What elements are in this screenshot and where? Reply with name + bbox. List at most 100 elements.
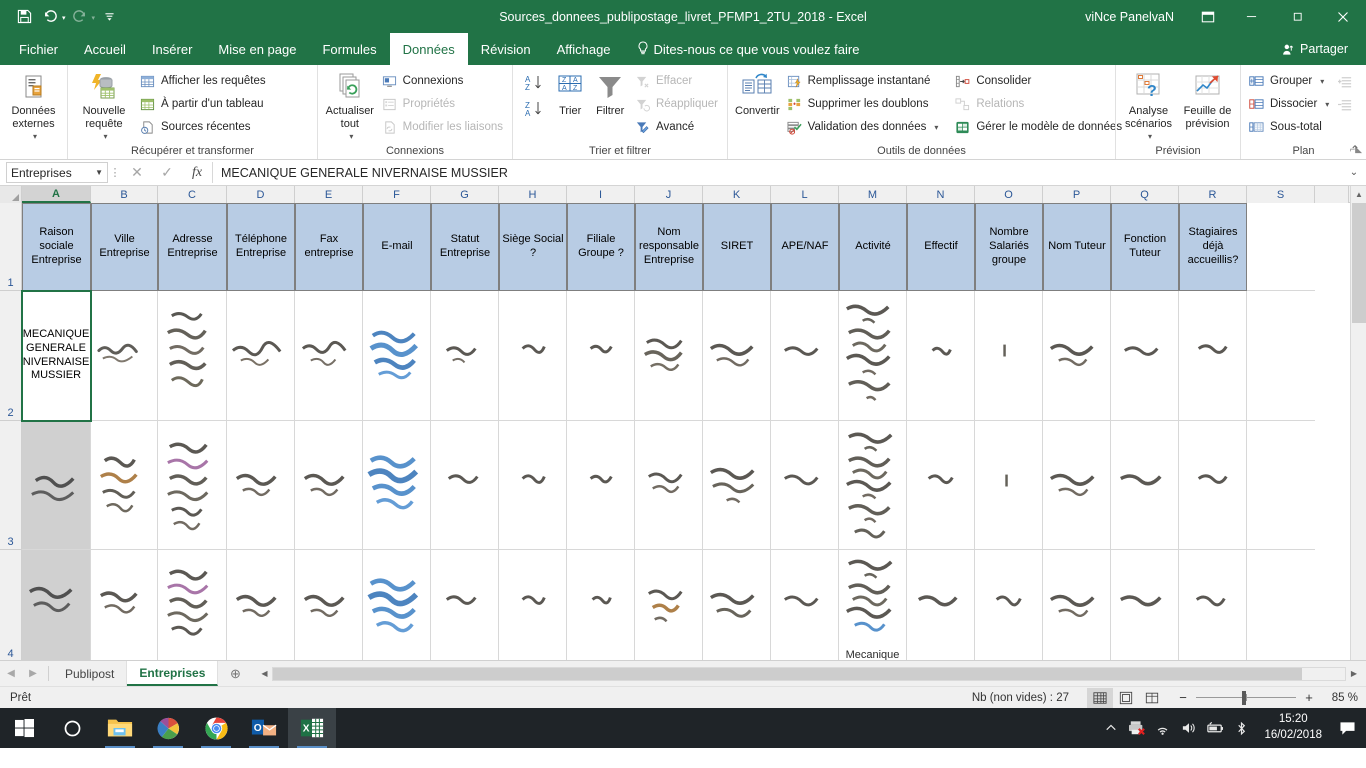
scroll-right-icon[interactable]: ▶	[1346, 666, 1362, 682]
cell-O3[interactable]	[975, 421, 1043, 550]
cell-Q3[interactable]	[1111, 421, 1179, 550]
zoom-out-button[interactable]: −	[1177, 690, 1189, 705]
cell-E4[interactable]	[295, 550, 363, 660]
taskbar-clock[interactable]: 15:20 16/02/2018	[1254, 712, 1332, 743]
sheet-tab-entreprises[interactable]: Entreprises	[127, 661, 219, 686]
button-trier-z-a[interactable]: ZA	[522, 97, 548, 121]
picasa-icon[interactable]	[144, 708, 192, 748]
network-icon[interactable]	[1150, 708, 1176, 748]
cell-R1[interactable]: Stagiaires déjà accueillis?	[1179, 203, 1247, 291]
cortana-search-icon[interactable]	[48, 708, 96, 748]
tab-inserer[interactable]: Insérer	[139, 33, 205, 65]
column-header-G[interactable]: G	[431, 186, 499, 203]
start-button[interactable]	[0, 708, 48, 748]
cell-G4[interactable]	[431, 550, 499, 660]
share-button[interactable]: Partager	[1272, 38, 1358, 60]
horizontal-scroll-track[interactable]	[272, 666, 1346, 681]
cell-E2[interactable]	[295, 291, 363, 421]
select-all-corner[interactable]	[0, 186, 22, 203]
undo-icon[interactable]	[38, 5, 62, 29]
cell-R3[interactable]	[1179, 421, 1247, 550]
cell-Q4[interactable]	[1111, 550, 1179, 660]
button-trier-a-z[interactable]: AZ	[522, 71, 548, 95]
column-header-L[interactable]: L	[771, 186, 839, 203]
restore-button[interactable]	[1274, 0, 1320, 33]
zoom-in-button[interactable]: +	[1303, 690, 1315, 705]
cell-C3[interactable]	[158, 421, 227, 550]
add-sheet-icon[interactable]: ⊕	[218, 661, 252, 686]
cell-I3[interactable]	[567, 421, 635, 550]
user-account-name[interactable]: viNce PanelvaN	[1085, 10, 1174, 24]
undo-caret-icon[interactable]: ▾	[62, 11, 66, 22]
cell-D1[interactable]: Téléphone Entreprise	[227, 203, 295, 291]
confirm-edit-icon[interactable]: ✓	[152, 160, 182, 185]
chevron-down-icon[interactable]: ▾	[349, 132, 353, 141]
cell-E3[interactable]	[295, 421, 363, 550]
row-header-1[interactable]: 1	[0, 203, 22, 291]
cell-J2[interactable]	[635, 291, 703, 421]
horizontal-scroll-thumb[interactable]	[273, 667, 1303, 680]
button-actualiser-tout[interactable]: Actualiser tout ▾	[323, 69, 377, 143]
cell-Q1[interactable]: Fonction Tuteur	[1111, 203, 1179, 291]
name-box[interactable]: Entreprises ▼	[6, 162, 108, 183]
zoom-control[interactable]: − + 85 %	[1177, 690, 1358, 705]
cell-K2[interactable]	[703, 291, 771, 421]
vertical-scroll-thumb[interactable]	[1352, 203, 1366, 323]
cell-H1[interactable]: Siège Social ?	[499, 203, 567, 291]
next-sheet-icon[interactable]: ▶	[22, 661, 44, 686]
column-header-F[interactable]: F	[363, 186, 431, 203]
cell-F1[interactable]: E-mail	[363, 203, 431, 291]
button-sous-total[interactable]: Sous-total	[1246, 116, 1333, 138]
column-header-M[interactable]: M	[839, 186, 907, 203]
view-normal-button[interactable]	[1087, 687, 1113, 708]
cell-S1[interactable]	[1247, 203, 1315, 291]
button-nouvelle-requete[interactable]: Nouvelle requête ▾	[73, 69, 135, 143]
button-grouper[interactable]: Grouper ▾	[1246, 70, 1333, 92]
cell-L1[interactable]: APE/NAF	[771, 203, 839, 291]
close-button[interactable]	[1320, 0, 1366, 33]
column-header-C[interactable]: C	[158, 186, 227, 203]
zoom-slider-thumb[interactable]	[1242, 690, 1246, 705]
cell-A1[interactable]: Raison sociale Entreprise	[22, 203, 91, 291]
printer-error-icon[interactable]	[1124, 708, 1150, 748]
cell-L2[interactable]	[771, 291, 839, 421]
cell-M3[interactable]	[839, 421, 907, 550]
cell-O1[interactable]: Nombre Salariés groupe	[975, 203, 1043, 291]
cell-N3[interactable]	[907, 421, 975, 550]
minimize-button[interactable]	[1228, 0, 1274, 33]
column-header-I[interactable]: I	[567, 186, 635, 203]
cell-P1[interactable]: Nom Tuteur	[1043, 203, 1111, 291]
cell-N2[interactable]	[907, 291, 975, 421]
button-gerer-le-modele-de-donnees[interactable]: Gérer le modèle de données	[952, 116, 1126, 138]
cell-H3[interactable]	[499, 421, 567, 550]
cell-B1[interactable]: Ville Entreprise	[91, 203, 158, 291]
column-header-J[interactable]: J	[635, 186, 703, 203]
column-header-N[interactable]: N	[907, 186, 975, 203]
scroll-up-icon[interactable]: ▲	[1351, 186, 1366, 202]
button-sources-recentes[interactable]: Sources récentes	[137, 116, 270, 138]
chevron-down-icon[interactable]: ▼	[95, 168, 103, 177]
chevron-down-icon[interactable]: ▾	[103, 132, 107, 141]
cell-C4[interactable]	[158, 550, 227, 660]
cell-M4[interactable]: Mecanique	[839, 550, 907, 660]
excel-icon[interactable]: X	[288, 708, 336, 748]
customize-qat-icon[interactable]	[97, 5, 121, 29]
insert-function-icon[interactable]: fx	[182, 160, 212, 185]
cell-S3[interactable]	[1247, 421, 1315, 550]
cell-D4[interactable]	[227, 550, 295, 660]
cell-H2[interactable]	[499, 291, 567, 421]
notification-center-icon[interactable]	[1332, 708, 1362, 748]
cell-I4[interactable]	[567, 550, 635, 660]
cell-M1[interactable]: Activité	[839, 203, 907, 291]
cell-F3[interactable]	[363, 421, 431, 550]
google-chrome-icon[interactable]	[192, 708, 240, 748]
cell-B3[interactable]	[91, 421, 158, 550]
cell-K4[interactable]	[703, 550, 771, 660]
expand-formula-bar-icon[interactable]: ⌄	[1342, 160, 1366, 185]
formula-input[interactable]: MECANIQUE GENERALE NIVERNAISE MUSSIER	[212, 162, 1342, 183]
file-explorer-icon[interactable]	[96, 708, 144, 748]
button-donnees-externes[interactable]: Données externes ▾	[5, 69, 62, 143]
cell-C2[interactable]	[158, 291, 227, 421]
button-feuille-de-prevision[interactable]: Feuille de prévision	[1180, 69, 1235, 132]
cell-B2[interactable]	[91, 291, 158, 421]
